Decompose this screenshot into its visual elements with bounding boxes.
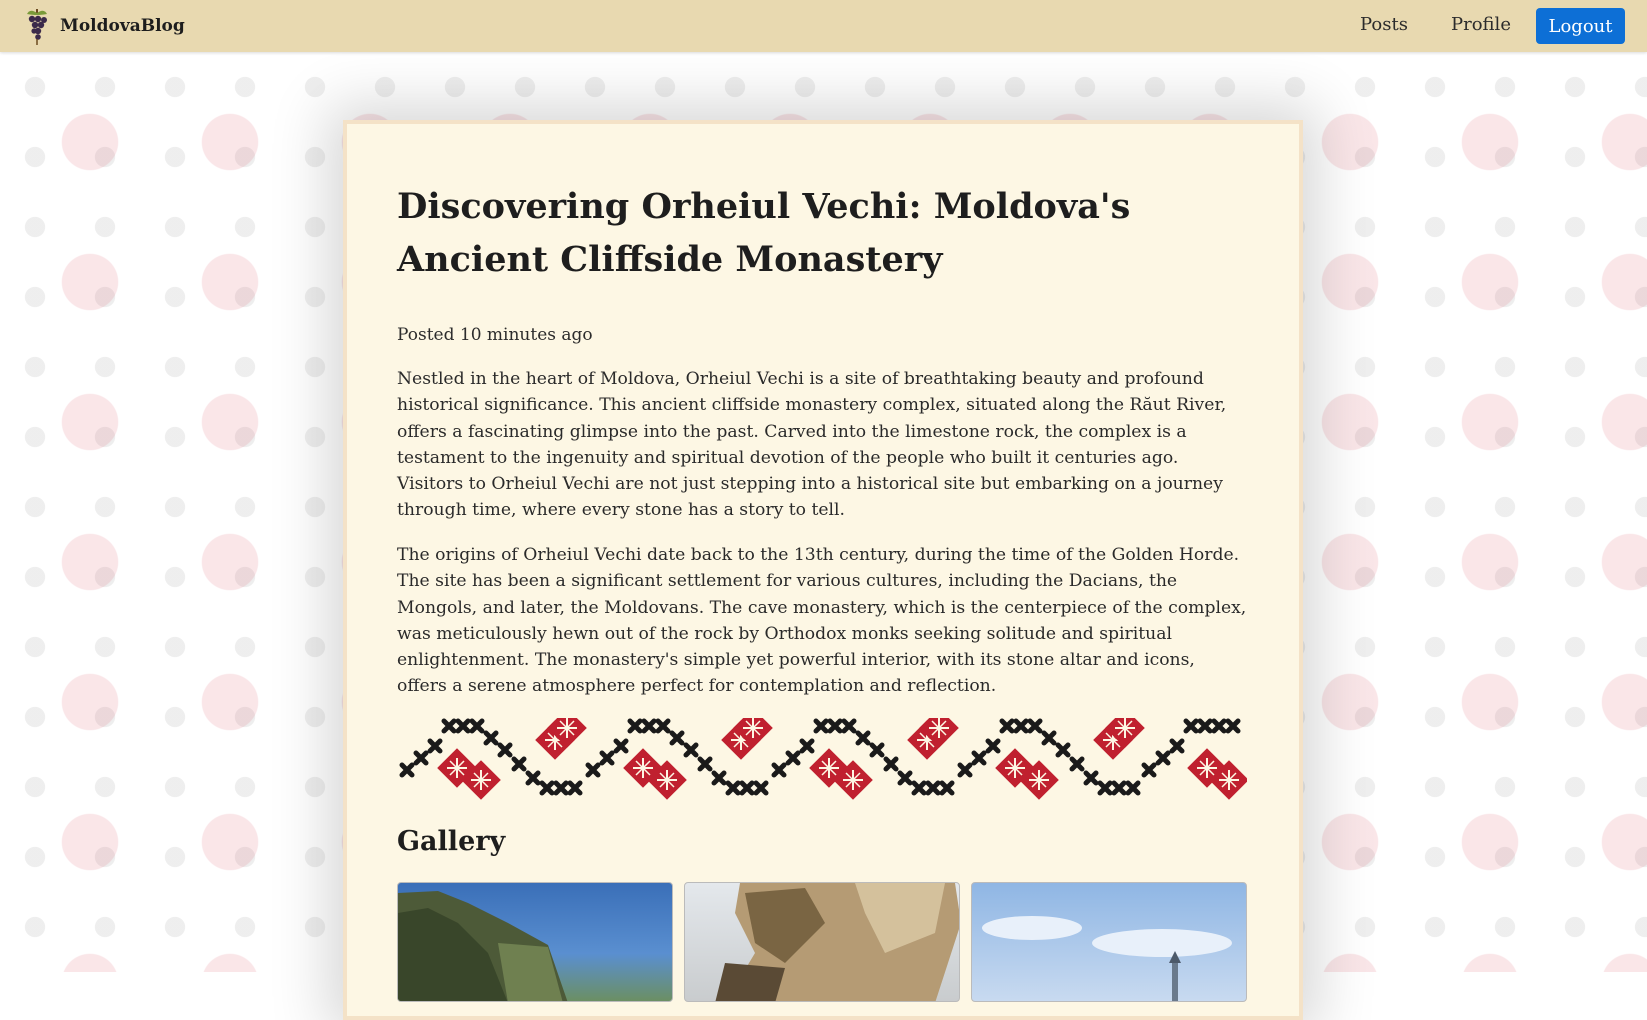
gallery-image-monastery-sky[interactable]: [971, 882, 1247, 1002]
logout-button[interactable]: Logout: [1536, 8, 1625, 44]
monastery-sky-image: [982, 916, 1232, 1001]
limestone-cliff-image: [715, 883, 959, 1001]
post-timestamp: Posted 10 minutes ago: [397, 325, 593, 345]
brand[interactable]: MoldovaBlog: [22, 6, 185, 46]
grape-logo-icon: [27, 9, 47, 45]
post-paragraph: Nestled in the heart of Moldova, Orheiul…: [397, 369, 1227, 521]
gallery-image-cliff-landscape[interactable]: [397, 882, 673, 1002]
gallery-heading: Gallery: [397, 826, 506, 857]
post-paragraph: The origins of Orheiul Vechi date back t…: [397, 545, 1247, 697]
brand-name: MoldovaBlog: [60, 16, 185, 36]
cliff-landscape-image: [398, 891, 568, 1001]
post-card: Discovering Orheiul Vechi: Moldova's Anc…: [343, 120, 1303, 1020]
nav-link-profile[interactable]: Profile: [1451, 14, 1511, 35]
top-navbar: MoldovaBlog Posts Profile Logout: [0, 0, 1647, 52]
post-title: Discovering Orheiul Vechi: Moldova's Anc…: [397, 186, 1131, 280]
embroidery-divider-icon: [397, 718, 1247, 800]
nav-link-posts[interactable]: Posts: [1360, 14, 1408, 35]
gallery-image-limestone-cliff[interactable]: [684, 882, 960, 1002]
gallery-grid: [397, 882, 1247, 1002]
